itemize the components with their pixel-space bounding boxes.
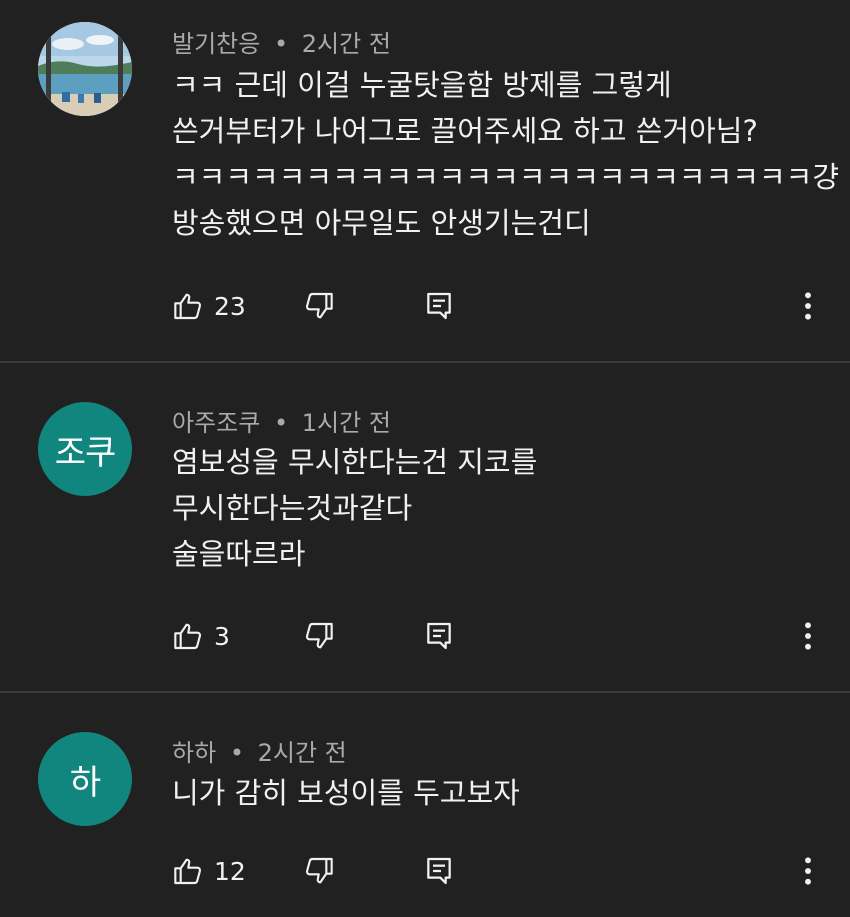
reply-button[interactable] [424,616,454,656]
more-vertical-icon [805,857,811,885]
like-count: 12 [214,856,246,886]
comment-text: ㅋㅋ 근데 이걸 누굴탓을함 방제를 그렇게 쓴거부터가 나어그로 끌어주세요 … [172,62,839,246]
more-options-button[interactable] [798,286,818,326]
meta-separator: • [273,30,289,58]
comment-item: 조쿠 아주조쿠 • 1시간 전 염보성을 무시한다는건 지코를 무시한다는것과같… [0,363,850,693]
comment-line: 술을따르라 [172,537,306,571]
reply-icon [427,857,451,885]
comment-text: 염보성을 무시한다는건 지코를 무시한다는것과같다 술을따르라 [172,439,537,577]
avatar-initials: 조쿠 [54,432,117,473]
comment-line: 니가 감히 보성이를 두고보자 [172,776,520,810]
reply-button[interactable] [424,851,454,891]
more-options-button[interactable] [798,851,818,891]
comment-item: 하 하하 • 2시간 전 니가 감히 보성이를 두고보자 12 [0,693,850,917]
like-button[interactable]: 23 [172,286,246,326]
thumbs-up-icon [174,293,202,320]
comment-actions: 23 [0,286,850,326]
dislike-button[interactable] [303,286,335,326]
comment-meta: 아주조쿠 • 1시간 전 [172,403,391,438]
more-vertical-icon [805,292,811,320]
comment-time: 1시간 전 [301,409,391,437]
comment-line: 염보성을 무시한다는건 지코를 [172,445,538,479]
like-button[interactable]: 12 [172,851,246,891]
comment-author[interactable]: 하하 [172,739,216,767]
comment-line: ㅋㅋ 근데 이걸 누굴탓을함 방제를 그렇게 [172,68,672,102]
avatar[interactable] [38,22,132,116]
thumbs-down-icon [305,292,333,319]
reply-icon [427,292,451,320]
like-count: 23 [214,291,246,321]
comment-actions: 3 [0,616,850,656]
comment-time: 2시간 전 [257,739,347,767]
reply-icon [427,622,451,650]
comment-line: 방송했으면 아무일도 안생기는건디 [172,206,591,240]
comment-meta: 발기찬응 • 2시간 전 [172,24,391,59]
comment-actions: 12 [0,851,850,891]
dislike-button[interactable] [303,851,335,891]
more-options-button[interactable] [798,616,818,656]
thumbs-down-icon [305,622,333,649]
thumbs-up-icon [174,623,202,650]
more-vertical-icon [805,622,811,650]
avatar[interactable]: 하 [38,732,132,826]
like-button[interactable]: 3 [172,616,230,656]
comment-line: 쓴거부터가 나어그로 끌어주세요 하고 쓴거아님? [172,114,758,148]
avatar[interactable]: 조쿠 [38,402,132,496]
meta-separator: • [229,739,244,767]
meta-separator: • [273,409,289,437]
avatar-photo-icon [38,22,132,116]
comment-line: 무시한다는것과같다 [172,491,413,525]
comment-author[interactable]: 발기찬응 [172,30,260,58]
comment-line: ㅋㅋㅋㅋㅋㅋㅋㅋㅋㅋㅋㅋㅋㅋㅋㅋㅋㅋㅋㅋㅋㅋㅋㅋ걍 [172,160,840,194]
comment-time: 2시간 전 [301,30,391,58]
dislike-button[interactable] [303,616,335,656]
comment-text: 니가 감히 보성이를 두고보자 [172,770,520,816]
thumbs-up-icon [174,858,202,885]
comment-meta: 하하 • 2시간 전 [172,733,347,768]
thumbs-down-icon [305,857,333,884]
avatar-initials: 하 [69,762,101,803]
comment-author[interactable]: 아주조쿠 [172,409,260,437]
comment-item: 발기찬응 • 2시간 전 ㅋㅋ 근데 이걸 누굴탓을함 방제를 그렇게 쓴거부터… [0,0,850,362]
like-count: 3 [214,621,230,651]
reply-button[interactable] [424,286,454,326]
